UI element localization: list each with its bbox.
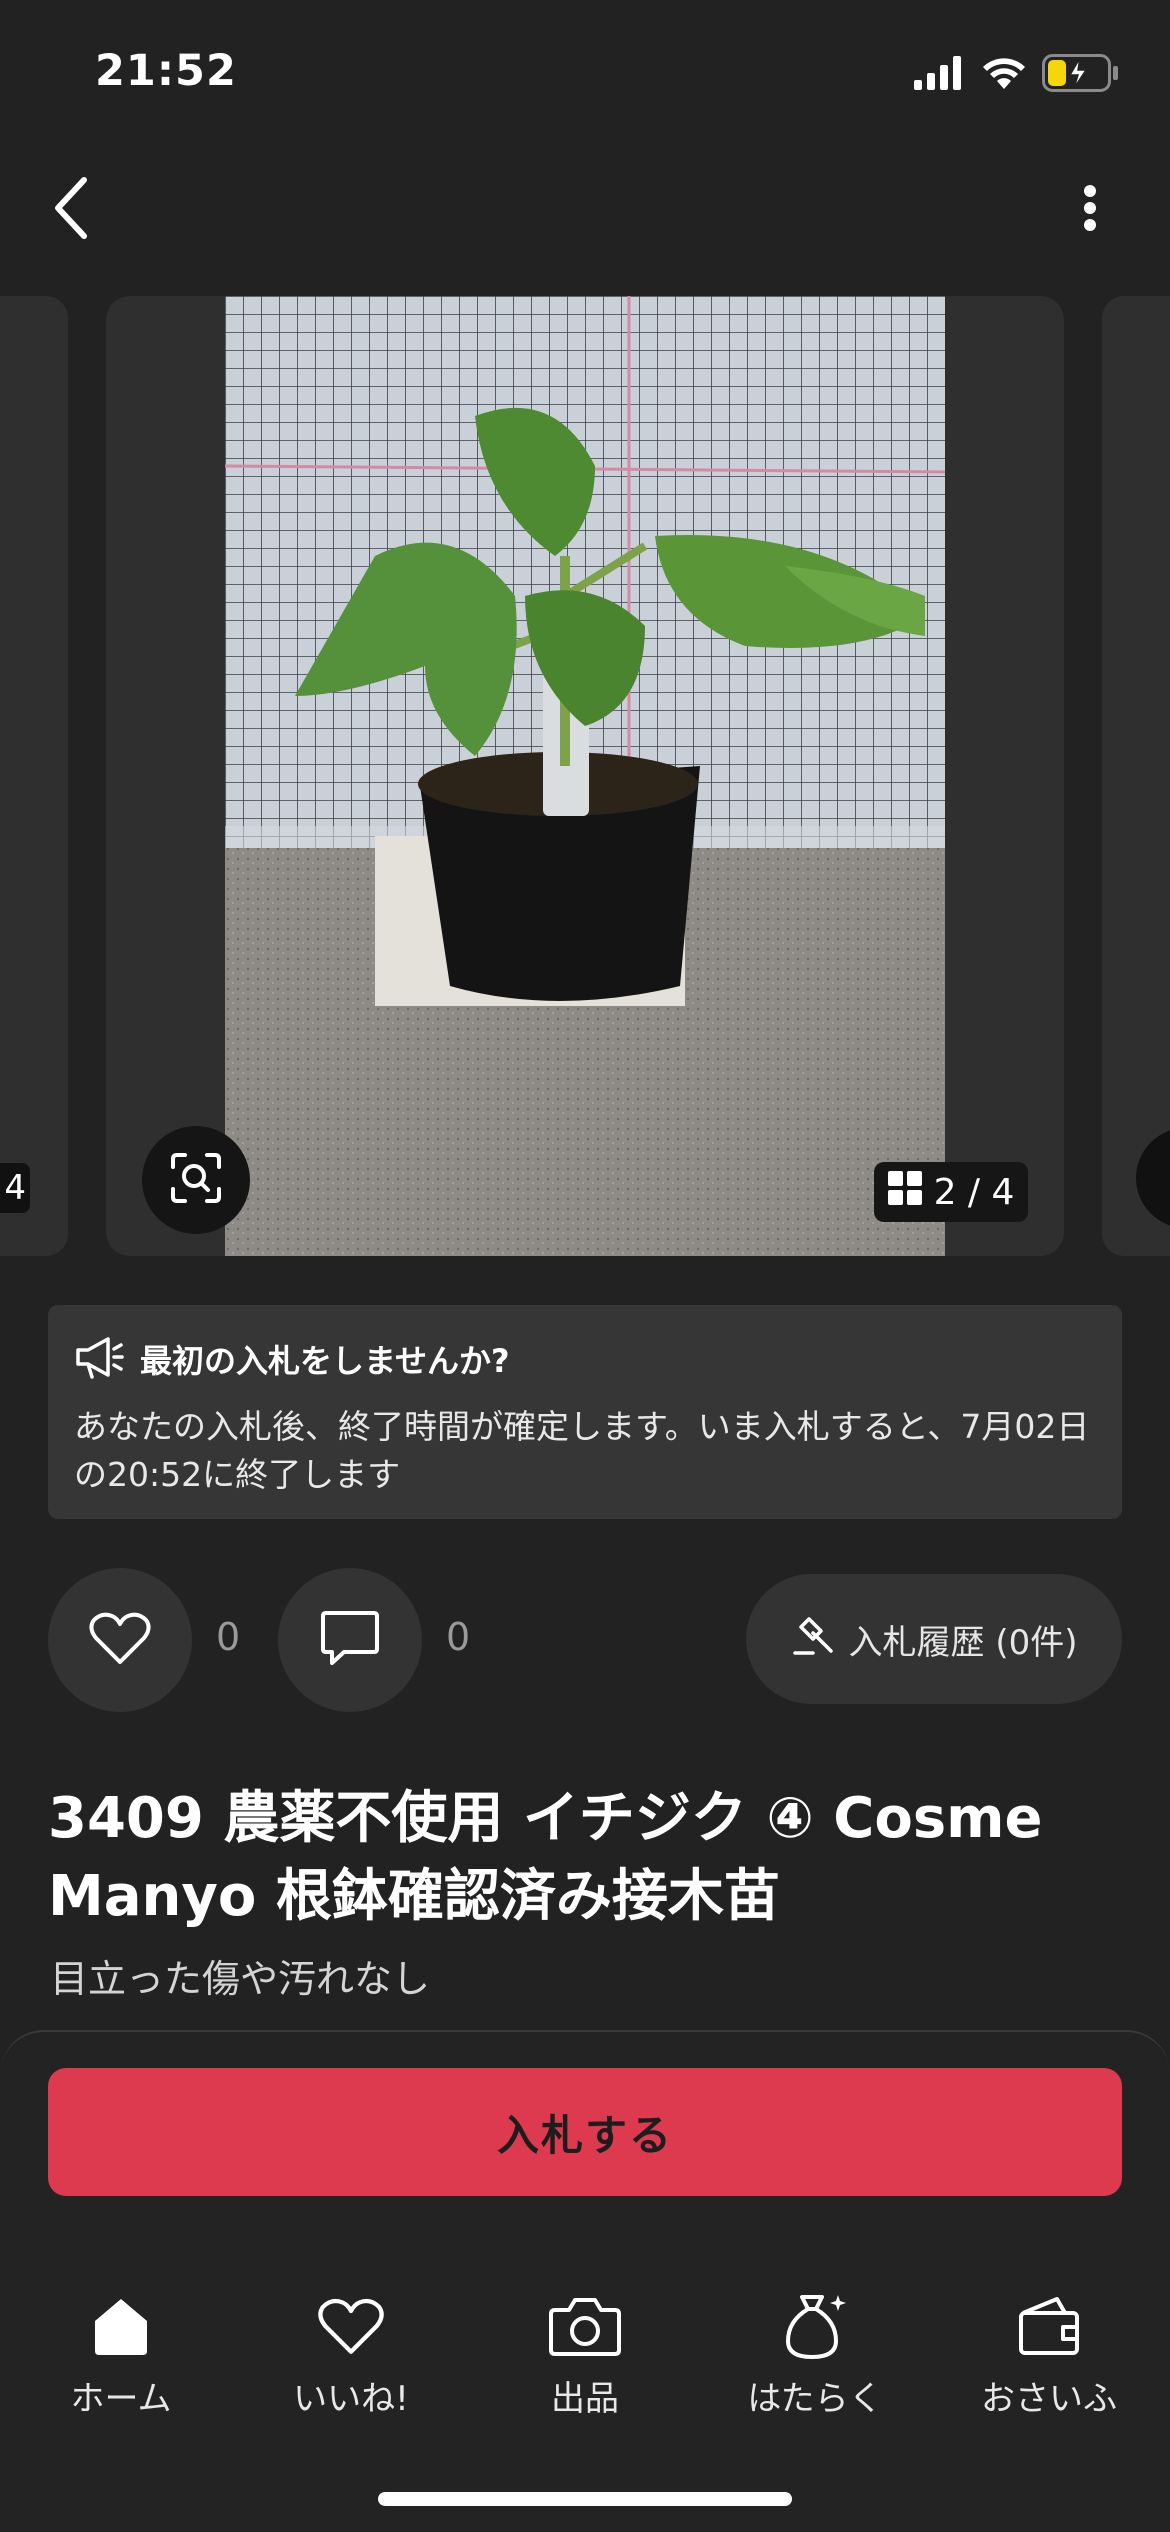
item-detail-screen: 21:52 4 2 / 4 最初の入札をしませんか? あなたの入札後、終了時間が… bbox=[0, 0, 1170, 2532]
comment-count: 0 bbox=[446, 1615, 471, 1659]
next-image-card[interactable] bbox=[1102, 296, 1170, 1256]
tab-wallet[interactable]: おさいふ bbox=[934, 2290, 1164, 2420]
image-carousel[interactable]: 4 2 / 4 bbox=[0, 296, 1170, 1256]
previous-image-counter: 4 bbox=[0, 1163, 30, 1213]
money-bag-icon bbox=[780, 2291, 850, 2365]
item-condition: 目立った傷や汚れなし bbox=[50, 1957, 431, 2001]
wallet-icon bbox=[1017, 2295, 1081, 2361]
home-indicator bbox=[378, 2492, 792, 2506]
like-count: 0 bbox=[216, 1615, 241, 1659]
image-counter[interactable]: 2 / 4 bbox=[874, 1162, 1028, 1222]
chevron-left-icon bbox=[50, 176, 90, 244]
notice-header: 最初の入札をしませんか? bbox=[74, 1335, 1096, 1383]
comment-icon bbox=[320, 1609, 380, 1671]
tab-likes-label: いいね! bbox=[293, 2379, 409, 2419]
megaphone-icon bbox=[74, 1335, 124, 1383]
previous-image-card[interactable] bbox=[0, 296, 68, 1256]
image-search-button[interactable] bbox=[142, 1126, 250, 1234]
more-vertical-icon bbox=[1083, 185, 1097, 235]
camera-icon bbox=[549, 2296, 621, 2360]
tab-likes[interactable]: いいね! bbox=[236, 2290, 466, 2420]
grid-icon bbox=[887, 1170, 922, 1214]
tab-sell-label: 出品 bbox=[551, 2379, 619, 2419]
tab-home-label: ホーム bbox=[70, 2379, 172, 2419]
status-icons bbox=[914, 50, 1120, 100]
first-bid-notice: 最初の入札をしませんか? あなたの入札後、終了時間が確定します。いま入札すると、… bbox=[48, 1305, 1122, 1519]
tab-home[interactable]: ホーム bbox=[6, 2290, 236, 2420]
zoom-search-icon bbox=[169, 1151, 223, 1209]
back-button[interactable] bbox=[30, 170, 110, 250]
place-bid-button[interactable]: 入札する bbox=[48, 2068, 1122, 2196]
heart-icon bbox=[88, 1610, 152, 1670]
tab-wallet-label: おさいふ bbox=[981, 2379, 1117, 2419]
wifi-icon bbox=[980, 55, 1028, 95]
battery-icon bbox=[1042, 54, 1120, 96]
current-image-card[interactable]: 2 / 4 bbox=[106, 296, 1064, 1256]
product-photo[interactable] bbox=[225, 296, 945, 1256]
tab-bar: ホーム いいね! 出品 はたらく おさいふ bbox=[0, 2290, 1170, 2420]
status-time: 21:52 bbox=[95, 46, 237, 96]
home-icon bbox=[89, 2295, 153, 2361]
notice-body: あなたの入札後、終了時間が確定します。いま入札すると、7月02日の20:52に終… bbox=[74, 1407, 1090, 1494]
signal-icon bbox=[914, 56, 966, 94]
more-options-button[interactable] bbox=[1050, 170, 1130, 250]
image-counter-text: 2 / 4 bbox=[933, 1171, 1015, 1213]
item-title: 3409 農薬不使用 イチジク ④ Cosme Manyo 根鉢確認済み接木苗 bbox=[48, 1786, 1043, 1929]
comment-button[interactable] bbox=[278, 1568, 422, 1712]
bid-history-label: 入札履歴 (0件) bbox=[848, 1622, 1078, 1663]
gavel-icon bbox=[791, 1613, 835, 1666]
bid-history-button[interactable]: 入札履歴 (0件) bbox=[746, 1574, 1122, 1704]
notice-title: 最初の入札をしませんか? bbox=[140, 1342, 510, 1380]
heart-icon bbox=[316, 2296, 386, 2360]
tab-work[interactable]: はたらく bbox=[700, 2290, 930, 2420]
tab-sell[interactable]: 出品 bbox=[470, 2290, 700, 2420]
like-button[interactable] bbox=[48, 1568, 192, 1712]
tab-work-label: はたらく bbox=[747, 2379, 883, 2419]
